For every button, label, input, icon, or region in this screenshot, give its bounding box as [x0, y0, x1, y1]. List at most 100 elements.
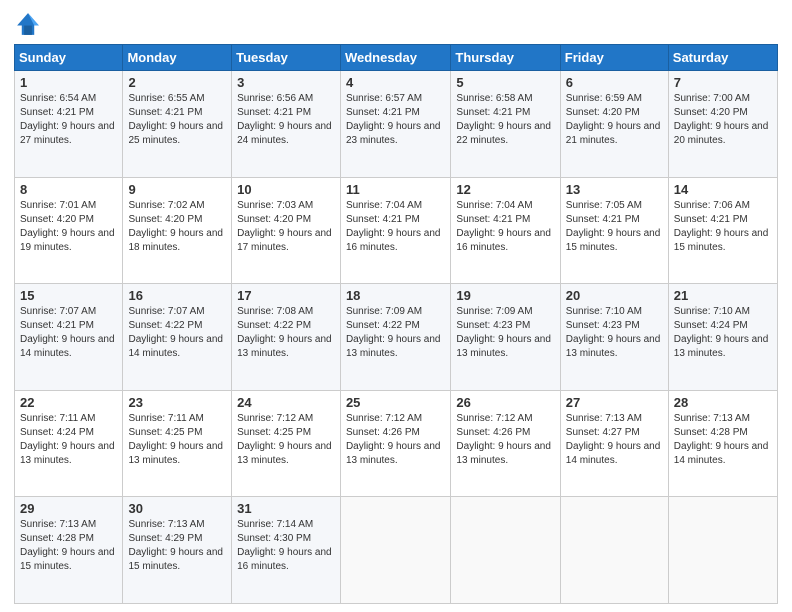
day-number: 29 [20, 501, 117, 516]
day-info: Sunrise: 7:06 AMSunset: 4:21 PMDaylight:… [674, 200, 769, 253]
day-number: 3 [237, 75, 335, 90]
day-info: Sunrise: 7:13 AMSunset: 4:27 PMDaylight:… [566, 413, 661, 466]
day-cell: 12 Sunrise: 7:04 AMSunset: 4:21 PMDaylig… [451, 177, 560, 284]
day-cell: 28 Sunrise: 7:13 AMSunset: 4:28 PMDaylig… [668, 390, 777, 497]
day-info: Sunrise: 7:08 AMSunset: 4:22 PMDaylight:… [237, 306, 332, 359]
day-cell: 13 Sunrise: 7:05 AMSunset: 4:21 PMDaylig… [560, 177, 668, 284]
calendar-header: SundayMondayTuesdayWednesdayThursdayFrid… [15, 45, 778, 71]
day-info: Sunrise: 7:10 AMSunset: 4:23 PMDaylight:… [566, 306, 661, 359]
day-info: Sunrise: 7:12 AMSunset: 4:26 PMDaylight:… [456, 413, 551, 466]
day-info: Sunrise: 7:13 AMSunset: 4:28 PMDaylight:… [674, 413, 769, 466]
day-info: Sunrise: 7:09 AMSunset: 4:22 PMDaylight:… [346, 306, 441, 359]
day-number: 7 [674, 75, 772, 90]
day-info: Sunrise: 7:05 AMSunset: 4:21 PMDaylight:… [566, 200, 661, 253]
day-cell: 7 Sunrise: 7:00 AMSunset: 4:20 PMDayligh… [668, 71, 777, 178]
day-cell: 9 Sunrise: 7:02 AMSunset: 4:20 PMDayligh… [123, 177, 232, 284]
day-cell: 4 Sunrise: 6:57 AMSunset: 4:21 PMDayligh… [340, 71, 450, 178]
day-cell: 30 Sunrise: 7:13 AMSunset: 4:29 PMDaylig… [123, 497, 232, 604]
logo-icon [14, 10, 42, 38]
day-header-sunday: Sunday [15, 45, 123, 71]
day-header-tuesday: Tuesday [232, 45, 341, 71]
day-info: Sunrise: 7:02 AMSunset: 4:20 PMDaylight:… [128, 200, 223, 253]
day-number: 28 [674, 395, 772, 410]
day-info: Sunrise: 7:07 AMSunset: 4:22 PMDaylight:… [128, 306, 223, 359]
day-info: Sunrise: 6:59 AMSunset: 4:20 PMDaylight:… [566, 93, 661, 146]
day-number: 30 [128, 501, 226, 516]
day-info: Sunrise: 7:12 AMSunset: 4:25 PMDaylight:… [237, 413, 332, 466]
day-cell: 22 Sunrise: 7:11 AMSunset: 4:24 PMDaylig… [15, 390, 123, 497]
day-cell: 6 Sunrise: 6:59 AMSunset: 4:20 PMDayligh… [560, 71, 668, 178]
day-number: 14 [674, 182, 772, 197]
day-cell: 2 Sunrise: 6:55 AMSunset: 4:21 PMDayligh… [123, 71, 232, 178]
header-row: SundayMondayTuesdayWednesdayThursdayFrid… [15, 45, 778, 71]
day-header-friday: Friday [560, 45, 668, 71]
day-cell: 26 Sunrise: 7:12 AMSunset: 4:26 PMDaylig… [451, 390, 560, 497]
day-cell: 16 Sunrise: 7:07 AMSunset: 4:22 PMDaylig… [123, 284, 232, 391]
day-number: 17 [237, 288, 335, 303]
day-number: 16 [128, 288, 226, 303]
day-cell: 5 Sunrise: 6:58 AMSunset: 4:21 PMDayligh… [451, 71, 560, 178]
day-header-saturday: Saturday [668, 45, 777, 71]
day-cell [340, 497, 450, 604]
day-number: 10 [237, 182, 335, 197]
day-info: Sunrise: 7:13 AMSunset: 4:28 PMDaylight:… [20, 519, 115, 572]
day-cell: 8 Sunrise: 7:01 AMSunset: 4:20 PMDayligh… [15, 177, 123, 284]
day-info: Sunrise: 7:13 AMSunset: 4:29 PMDaylight:… [128, 519, 223, 572]
day-cell: 14 Sunrise: 7:06 AMSunset: 4:21 PMDaylig… [668, 177, 777, 284]
logo [14, 10, 46, 38]
day-number: 2 [128, 75, 226, 90]
day-cell: 27 Sunrise: 7:13 AMSunset: 4:27 PMDaylig… [560, 390, 668, 497]
day-number: 19 [456, 288, 554, 303]
day-info: Sunrise: 7:14 AMSunset: 4:30 PMDaylight:… [237, 519, 332, 572]
day-info: Sunrise: 7:00 AMSunset: 4:20 PMDaylight:… [674, 93, 769, 146]
day-cell: 15 Sunrise: 7:07 AMSunset: 4:21 PMDaylig… [15, 284, 123, 391]
week-row-5: 29 Sunrise: 7:13 AMSunset: 4:28 PMDaylig… [15, 497, 778, 604]
day-cell: 31 Sunrise: 7:14 AMSunset: 4:30 PMDaylig… [232, 497, 341, 604]
week-row-1: 1 Sunrise: 6:54 AMSunset: 4:21 PMDayligh… [15, 71, 778, 178]
week-row-3: 15 Sunrise: 7:07 AMSunset: 4:21 PMDaylig… [15, 284, 778, 391]
week-row-4: 22 Sunrise: 7:11 AMSunset: 4:24 PMDaylig… [15, 390, 778, 497]
day-cell: 17 Sunrise: 7:08 AMSunset: 4:22 PMDaylig… [232, 284, 341, 391]
day-number: 27 [566, 395, 663, 410]
day-number: 22 [20, 395, 117, 410]
day-number: 9 [128, 182, 226, 197]
day-number: 21 [674, 288, 772, 303]
day-number: 6 [566, 75, 663, 90]
day-number: 8 [20, 182, 117, 197]
calendar-table: SundayMondayTuesdayWednesdayThursdayFrid… [14, 44, 778, 604]
day-cell [668, 497, 777, 604]
day-cell: 24 Sunrise: 7:12 AMSunset: 4:25 PMDaylig… [232, 390, 341, 497]
day-info: Sunrise: 7:12 AMSunset: 4:26 PMDaylight:… [346, 413, 441, 466]
day-number: 31 [237, 501, 335, 516]
day-info: Sunrise: 7:10 AMSunset: 4:24 PMDaylight:… [674, 306, 769, 359]
day-number: 25 [346, 395, 445, 410]
day-cell: 11 Sunrise: 7:04 AMSunset: 4:21 PMDaylig… [340, 177, 450, 284]
day-number: 24 [237, 395, 335, 410]
day-header-wednesday: Wednesday [340, 45, 450, 71]
day-cell: 25 Sunrise: 7:12 AMSunset: 4:26 PMDaylig… [340, 390, 450, 497]
day-number: 26 [456, 395, 554, 410]
day-number: 13 [566, 182, 663, 197]
day-info: Sunrise: 6:55 AMSunset: 4:21 PMDaylight:… [128, 93, 223, 146]
page: SundayMondayTuesdayWednesdayThursdayFrid… [0, 0, 792, 612]
day-cell: 19 Sunrise: 7:09 AMSunset: 4:23 PMDaylig… [451, 284, 560, 391]
day-cell [451, 497, 560, 604]
day-info: Sunrise: 7:11 AMSunset: 4:24 PMDaylight:… [20, 413, 115, 466]
day-cell: 18 Sunrise: 7:09 AMSunset: 4:22 PMDaylig… [340, 284, 450, 391]
day-info: Sunrise: 7:09 AMSunset: 4:23 PMDaylight:… [456, 306, 551, 359]
day-cell: 23 Sunrise: 7:11 AMSunset: 4:25 PMDaylig… [123, 390, 232, 497]
day-info: Sunrise: 6:54 AMSunset: 4:21 PMDaylight:… [20, 93, 115, 146]
day-cell: 21 Sunrise: 7:10 AMSunset: 4:24 PMDaylig… [668, 284, 777, 391]
week-row-2: 8 Sunrise: 7:01 AMSunset: 4:20 PMDayligh… [15, 177, 778, 284]
day-header-monday: Monday [123, 45, 232, 71]
day-number: 5 [456, 75, 554, 90]
day-header-thursday: Thursday [451, 45, 560, 71]
day-info: Sunrise: 7:04 AMSunset: 4:21 PMDaylight:… [456, 200, 551, 253]
day-info: Sunrise: 7:04 AMSunset: 4:21 PMDaylight:… [346, 200, 441, 253]
calendar-body: 1 Sunrise: 6:54 AMSunset: 4:21 PMDayligh… [15, 71, 778, 604]
day-number: 12 [456, 182, 554, 197]
day-info: Sunrise: 6:56 AMSunset: 4:21 PMDaylight:… [237, 93, 332, 146]
day-cell: 20 Sunrise: 7:10 AMSunset: 4:23 PMDaylig… [560, 284, 668, 391]
day-info: Sunrise: 7:07 AMSunset: 4:21 PMDaylight:… [20, 306, 115, 359]
day-cell: 29 Sunrise: 7:13 AMSunset: 4:28 PMDaylig… [15, 497, 123, 604]
